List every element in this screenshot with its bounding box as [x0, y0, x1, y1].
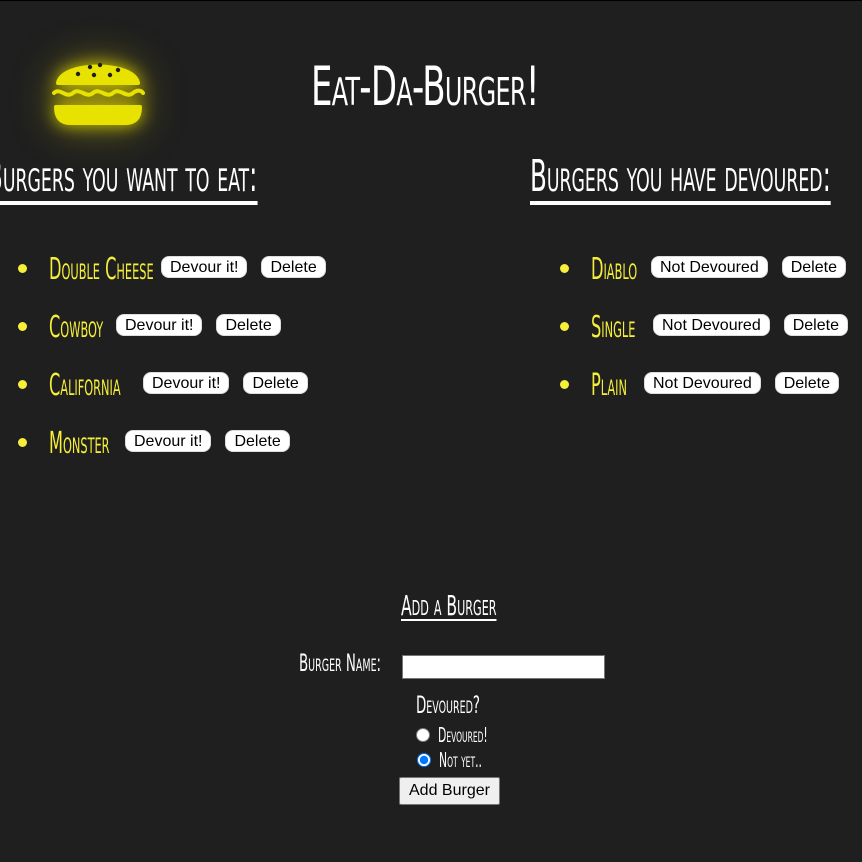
to-eat-heading-text: Burgers you want to eat:: [0, 153, 258, 205]
devour-button[interactable]: Devour it!: [161, 256, 248, 278]
not-yet-radio[interactable]: [417, 753, 431, 767]
list-item: Diablo Not Devoured Delete: [558, 247, 848, 305]
delete-button[interactable]: Delete: [216, 314, 281, 336]
delete-button[interactable]: Delete: [243, 372, 308, 394]
not-devoured-button[interactable]: Not Devoured: [644, 372, 761, 394]
devour-button[interactable]: Devour it!: [116, 314, 203, 336]
burger-name: California: [49, 368, 121, 403]
bullet-icon: [18, 438, 27, 447]
page: Eat-Da-Burger! Burgers you want to eat: …: [0, 0, 862, 862]
burger-name: Diablo: [591, 252, 638, 287]
bullet-icon: [560, 322, 569, 331]
devour-button[interactable]: Devour it!: [143, 372, 230, 394]
bullet-icon: [18, 380, 27, 389]
list-item: Monster Devour it! Delete: [16, 421, 326, 479]
devoured-question-label: Devoured?: [416, 691, 480, 719]
burger-name: Monster: [49, 426, 110, 461]
list-item: Plain Not Devoured Delete: [558, 363, 848, 421]
list-item: California Devour it! Delete: [16, 363, 326, 421]
bullet-icon: [18, 264, 27, 273]
devoured-heading-text: Burgers you have devoured:: [530, 153, 831, 205]
to-eat-list: Double Cheese Devour it! Delete Cowboy D…: [16, 247, 326, 479]
burger-name-input[interactable]: [402, 655, 605, 679]
delete-button[interactable]: Delete: [783, 314, 848, 336]
list-item: Cowboy Devour it! Delete: [16, 305, 326, 363]
burger-name: Single: [591, 310, 636, 345]
delete-button[interactable]: Delete: [225, 430, 290, 452]
page-title: Eat-Da-Burger!: [311, 55, 539, 118]
radio-option-devoured[interactable]: Devoured!: [416, 723, 521, 747]
add-burger-button[interactable]: Add Burger: [399, 777, 500, 805]
burger-name: Double Cheese: [49, 252, 154, 287]
bullet-icon: [18, 322, 27, 331]
burger-name: Plain: [591, 368, 627, 403]
devoured-radio-label: Devoured!: [438, 723, 488, 747]
not-devoured-button[interactable]: Not Devoured: [653, 314, 770, 336]
delete-button[interactable]: Delete: [781, 256, 846, 278]
radio-option-not-yet[interactable]: Not yet..: [417, 748, 511, 772]
list-item: Single Not Devoured Delete: [558, 305, 848, 363]
devoured-list: Diablo Not Devoured Delete Single Not De…: [558, 247, 848, 421]
burger-icon: [52, 62, 145, 125]
not-devoured-button[interactable]: Not Devoured: [651, 256, 768, 278]
not-yet-radio-label: Not yet..: [439, 748, 482, 772]
burger-name: Cowboy: [49, 310, 104, 345]
bullet-icon: [560, 264, 569, 273]
burger-name-label: Burger Name:: [299, 649, 382, 677]
delete-button[interactable]: Delete: [774, 372, 839, 394]
to-eat-heading: Burgers you want to eat:: [0, 151, 258, 205]
delete-button[interactable]: Delete: [261, 256, 326, 278]
add-burger-heading: Add a Burger: [401, 589, 497, 622]
bullet-icon: [560, 380, 569, 389]
devoured-radio[interactable]: [416, 728, 430, 742]
devoured-heading: Burgers you have devoured:: [530, 151, 831, 205]
devour-button[interactable]: Devour it!: [125, 430, 212, 452]
list-item: Double Cheese Devour it! Delete: [16, 247, 326, 305]
